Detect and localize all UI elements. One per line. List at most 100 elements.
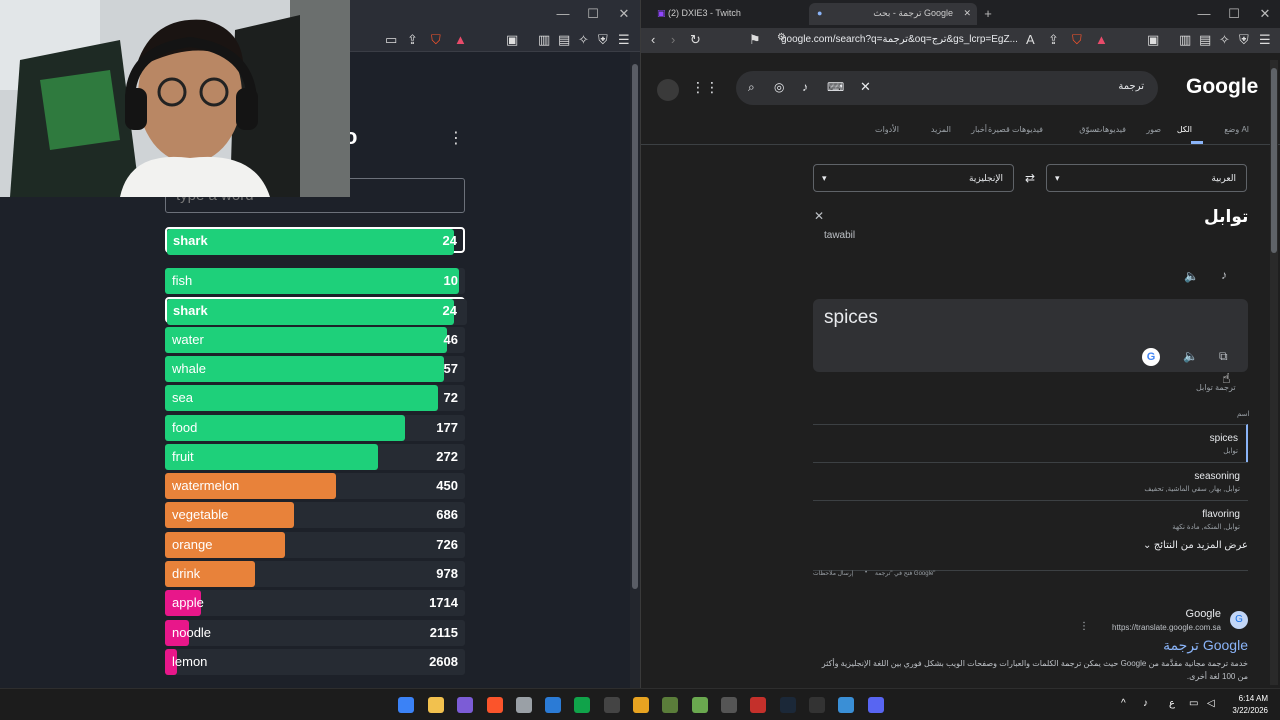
discord-icon[interactable] bbox=[868, 697, 884, 713]
clock[interactable]: 6:14 AM 3/22/2026 bbox=[1232, 693, 1268, 717]
mail-icon[interactable] bbox=[545, 697, 561, 713]
close-icon[interactable]: ✕ bbox=[614, 6, 634, 22]
minimize-icon[interactable]: — bbox=[553, 6, 573, 21]
search-box[interactable]: ⌕ ◎ ♪ ⌨ ✕ ترجمة bbox=[736, 71, 1158, 105]
minimize-icon[interactable]: — bbox=[1194, 6, 1214, 21]
left-scrollbar[interactable] bbox=[630, 52, 640, 688]
vpn-icon[interactable]: ⛨ bbox=[1239, 32, 1249, 48]
more-results-link[interactable]: عرض المزيد من النتائج ⌄ bbox=[813, 540, 1248, 551]
more-options-icon[interactable]: ⋮ bbox=[448, 128, 464, 148]
keyboard-icon[interactable]: ⌨ bbox=[827, 80, 844, 94]
speaker-icon[interactable]: 🔈 bbox=[1184, 269, 1199, 283]
search-tab[interactable]: فيديوهات bbox=[1095, 125, 1126, 134]
feedback-link[interactable]: إرسال ملاحظات bbox=[813, 570, 853, 577]
result-url[interactable]: https://translate.google.com.sa bbox=[1112, 623, 1221, 632]
extension-icon[interactable]: ▣ bbox=[1147, 32, 1159, 48]
xbox-icon[interactable] bbox=[574, 697, 590, 713]
dictionary-entry[interactable]: flavoring توابل, المنكه, مادة نكهة bbox=[813, 500, 1248, 538]
dictionary-entry[interactable]: spices توابل bbox=[813, 424, 1248, 462]
search-tab[interactable]: الأدوات bbox=[875, 125, 899, 134]
ai-icon[interactable]: ✧ bbox=[578, 32, 589, 48]
dictionary-entry[interactable]: seasoning توابل, بهار, سقي الماشية, تحفيف bbox=[813, 462, 1248, 500]
volume-icon[interactable]: ◁ bbox=[1207, 698, 1215, 709]
epic-games-icon[interactable] bbox=[809, 697, 825, 713]
share-icon[interactable]: ⇪ bbox=[1048, 32, 1059, 48]
reload-icon[interactable]: ↻ bbox=[690, 32, 701, 48]
search-tab[interactable]: الكل bbox=[1177, 125, 1192, 134]
brave-shield-icon[interactable]: ⛉ bbox=[431, 32, 441, 48]
mic-icon[interactable]: ♪ bbox=[802, 80, 808, 94]
input-language[interactable]: ع bbox=[1169, 698, 1175, 709]
source-text[interactable]: توابل bbox=[1204, 207, 1248, 227]
share-icon[interactable]: ⇪ bbox=[407, 32, 418, 48]
minecraft-launcher-icon[interactable] bbox=[692, 697, 708, 713]
right-scrollbar[interactable] bbox=[1270, 60, 1278, 685]
back-icon[interactable]: ‹ bbox=[651, 32, 655, 47]
steam-icon[interactable] bbox=[780, 697, 796, 713]
rewards-icon[interactable]: ▲ bbox=[454, 32, 467, 47]
result-more-icon[interactable]: ⋮ bbox=[1079, 621, 1089, 632]
record-icon[interactable] bbox=[750, 697, 766, 713]
bookmark-icon[interactable]: ⚑ bbox=[749, 32, 761, 48]
start-icon[interactable] bbox=[398, 697, 414, 713]
wallet-icon[interactable]: ▤ bbox=[558, 32, 570, 48]
cast-icon[interactable]: ▭ bbox=[385, 32, 397, 48]
search-tab[interactable]: تسوّق bbox=[1079, 125, 1099, 134]
sidebar-icon[interactable]: ▥ bbox=[1179, 32, 1191, 48]
close-icon[interactable]: ✕ bbox=[1255, 6, 1275, 22]
source-language-select[interactable]: ▾ العربية bbox=[1046, 164, 1247, 192]
rewards-icon[interactable]: ▲ bbox=[1095, 32, 1108, 47]
forward-icon[interactable]: › bbox=[671, 32, 675, 47]
file-explorer-icon[interactable] bbox=[428, 697, 444, 713]
target-language-select[interactable]: ▾ الإنجليزية bbox=[813, 164, 1014, 192]
apps-grid-icon[interactable]: ⋮⋮ bbox=[691, 79, 719, 96]
tab-close-icon[interactable]: ✕ bbox=[963, 8, 971, 19]
mic-icon[interactable]: ♪ bbox=[1221, 268, 1227, 282]
maximize-icon[interactable]: ☐ bbox=[1224, 6, 1244, 22]
clear-source-icon[interactable]: ✕ bbox=[814, 209, 824, 223]
maximize-icon[interactable]: ☐ bbox=[583, 6, 603, 22]
search-tab[interactable]: أخبار bbox=[971, 125, 987, 134]
translate-icon[interactable]: A bbox=[1026, 32, 1035, 47]
brave-shield-icon[interactable]: ⛉ bbox=[1072, 32, 1082, 48]
result-site[interactable]: Google bbox=[1186, 608, 1221, 620]
google-logo[interactable]: Google bbox=[1186, 75, 1258, 99]
vpn-icon[interactable]: ⛨ bbox=[598, 32, 608, 48]
copy-icon[interactable]: ⧉ bbox=[1219, 349, 1228, 364]
clear-search-icon[interactable]: ✕ bbox=[860, 79, 871, 95]
m365-icon[interactable] bbox=[457, 697, 473, 713]
mic-icon[interactable]: ♪ bbox=[1143, 698, 1148, 709]
search-tab[interactable]: المزيد bbox=[931, 125, 951, 134]
open-in-translate-link[interactable]: فتح في "ترجمة Google" bbox=[875, 570, 935, 577]
url-text[interactable]: google.com/search?q=ترجمة&oq=ترج&gs_lcrp… bbox=[771, 31, 1041, 50]
menu-icon[interactable]: ☰ bbox=[618, 32, 630, 48]
google-g-icon[interactable]: G bbox=[1142, 348, 1160, 366]
lens-icon[interactable]: ◎ bbox=[774, 80, 784, 94]
tray-chevron-icon[interactable]: ^ bbox=[1121, 698, 1126, 709]
store-icon[interactable] bbox=[516, 697, 532, 713]
new-tab-icon[interactable]: + bbox=[978, 6, 998, 21]
search-tab[interactable]: صور bbox=[1146, 125, 1161, 134]
speaker-icon[interactable]: 🔈 bbox=[1183, 349, 1198, 363]
network-icon[interactable]: ▭ bbox=[1189, 698, 1198, 709]
tab-google[interactable]: ● ترجمة - بحث Google ✕ bbox=[809, 3, 977, 25]
avatar[interactable] bbox=[657, 79, 679, 101]
wallet-icon[interactable]: ▤ bbox=[1199, 32, 1211, 48]
menu-icon[interactable]: ☰ bbox=[1259, 32, 1271, 48]
search-query[interactable]: ترجمة bbox=[1118, 81, 1144, 92]
sidebar-icon[interactable]: ▥ bbox=[538, 32, 550, 48]
g-hub-icon[interactable] bbox=[604, 697, 620, 713]
minecraft-icon[interactable] bbox=[662, 697, 678, 713]
search-icon[interactable]: ⌕ bbox=[748, 80, 755, 95]
extension-icon[interactable]: ▣ bbox=[506, 32, 518, 48]
photos-icon[interactable] bbox=[838, 697, 854, 713]
creative-cloud-icon[interactable] bbox=[633, 697, 649, 713]
ai-icon[interactable]: ✧ bbox=[1219, 32, 1230, 48]
tab-twitch[interactable]: ▣ (2) DXIE3 - Twitch bbox=[649, 3, 807, 25]
result-title[interactable]: ترجمة Google bbox=[1163, 637, 1248, 654]
app-icon[interactable] bbox=[721, 697, 737, 713]
search-tab[interactable]: فيديوهات قصيرة bbox=[988, 125, 1043, 134]
swap-languages-icon[interactable]: ⇄ bbox=[1025, 171, 1035, 185]
search-tab[interactable]: وضع AI bbox=[1224, 125, 1249, 134]
brave-icon[interactable] bbox=[487, 697, 503, 713]
